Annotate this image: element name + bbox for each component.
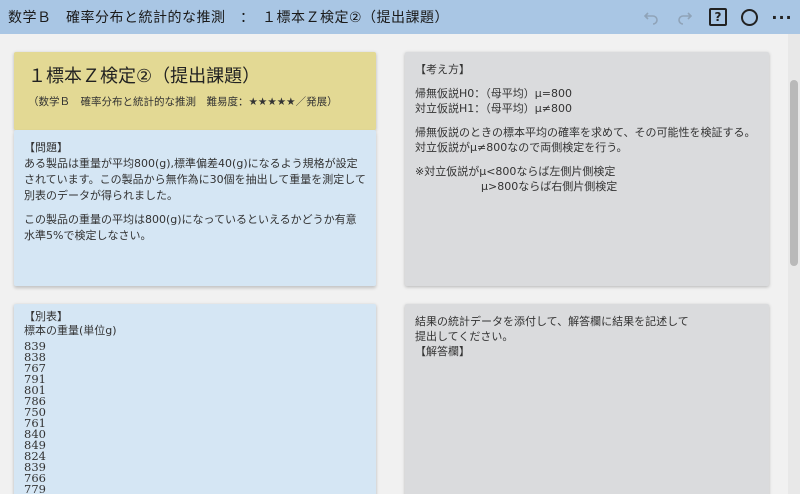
page-title: 数学Ｂ 確率分布と統計的な推測 ： １標本Ｚ検定②（提出課題） xyxy=(8,10,450,26)
toolbar: ? ··· xyxy=(641,0,792,34)
list-item: 838 xyxy=(24,350,46,364)
data-table-card[interactable]: 【別表】 標本の重量(単位g) 839 838 767 791 801 786 750 761… xyxy=(14,304,376,494)
title-card-heading: １標本Ｚ検定②（提出課題） xyxy=(28,66,261,87)
undo-icon[interactable] xyxy=(641,7,661,27)
approach-explain-1: 帰無仮説のときの標本平均の確率を求めて、その可能性を検証する。 xyxy=(415,126,756,139)
problem-heading: 【問題】 xyxy=(24,141,68,154)
list-item: 839 xyxy=(24,460,46,474)
problem-text-1: ある製品は重量が平均800(g),標準偏差40(g)になるよう規格が設定されてい… xyxy=(24,157,366,202)
circle-icon[interactable] xyxy=(741,8,758,26)
approach-note-1: ※対立仮説がμ<800ならば左側片側検定 xyxy=(415,165,616,178)
table-heading: 【別表】 xyxy=(24,310,68,323)
answer-card[interactable]: 結果の統計データを添付して、解答欄に結果を記述して 提出してください。 【解答欄… xyxy=(405,304,769,494)
title-card-subtitle: （数学Ｂ 確率分布と統計的な推測 難易度：★★★★★／発展） xyxy=(28,96,338,108)
vertical-scrollbar[interactable] xyxy=(788,34,800,494)
redo-icon[interactable] xyxy=(675,7,695,27)
list-item: 824 xyxy=(24,449,46,463)
problem-card[interactable]: 【問題】 ある製品は重量が平均800(g),標準偏差40(g)になるよう規格が設… xyxy=(14,130,376,286)
title-card[interactable]: １標本Ｚ検定②（提出課題） （数学Ｂ 確率分布と統計的な推測 難易度：★★★★★… xyxy=(14,52,376,130)
list-item: 849 xyxy=(24,438,46,452)
list-item: 767 xyxy=(24,361,46,375)
approach-card[interactable]: 【考え方】 帰無仮説H0：（母平均）μ=800 対立仮説H1：（母平均）μ≠80… xyxy=(405,52,769,286)
approach-heading: 【考え方】 xyxy=(415,63,470,76)
list-item: 779 xyxy=(24,482,46,494)
more-icon[interactable]: ··· xyxy=(771,7,792,27)
alt-hypothesis: 対立仮説H1：（母平均）μ≠800 xyxy=(415,102,572,115)
answer-heading: 【解答欄】 xyxy=(415,345,470,358)
list-item: 766 xyxy=(24,471,46,485)
list-item: 840 xyxy=(24,427,46,441)
list-item: 750 xyxy=(24,405,46,419)
scrollbar-thumb[interactable] xyxy=(790,80,798,266)
list-item: 786 xyxy=(24,394,46,408)
approach-note-2: μ>800ならば右側片側検定 xyxy=(481,180,618,193)
top-bar: 数学Ｂ 確率分布と統計的な推測 ： １標本Ｚ検定②（提出課題） ? ··· xyxy=(0,0,800,34)
list-item: 839 xyxy=(24,339,46,353)
null-hypothesis: 帰無仮説H0：（母平均）μ=800 xyxy=(415,87,572,100)
help-icon[interactable]: ? xyxy=(709,8,727,26)
list-item: 761 xyxy=(24,416,46,430)
table-caption: 標本の重量(単位g) xyxy=(24,324,117,337)
list-item: 791 xyxy=(24,372,46,386)
answer-instruction-2: 提出してください。 xyxy=(415,330,514,343)
list-item: 801 xyxy=(24,383,46,397)
answer-instruction-1: 結果の統計データを添付して、解答欄に結果を記述して xyxy=(415,315,689,328)
sample-weight-list: 839 838 767 791 801 786 750 761 840 849 824 839 766 7… xyxy=(24,339,366,494)
approach-explain-2: 対立仮説がμ≠800なので両側検定を行う。 xyxy=(415,141,628,154)
problem-text-2: この製品の重量の平均は800(g)になっているといえるかどうか有意水準5%で検定… xyxy=(24,213,357,242)
